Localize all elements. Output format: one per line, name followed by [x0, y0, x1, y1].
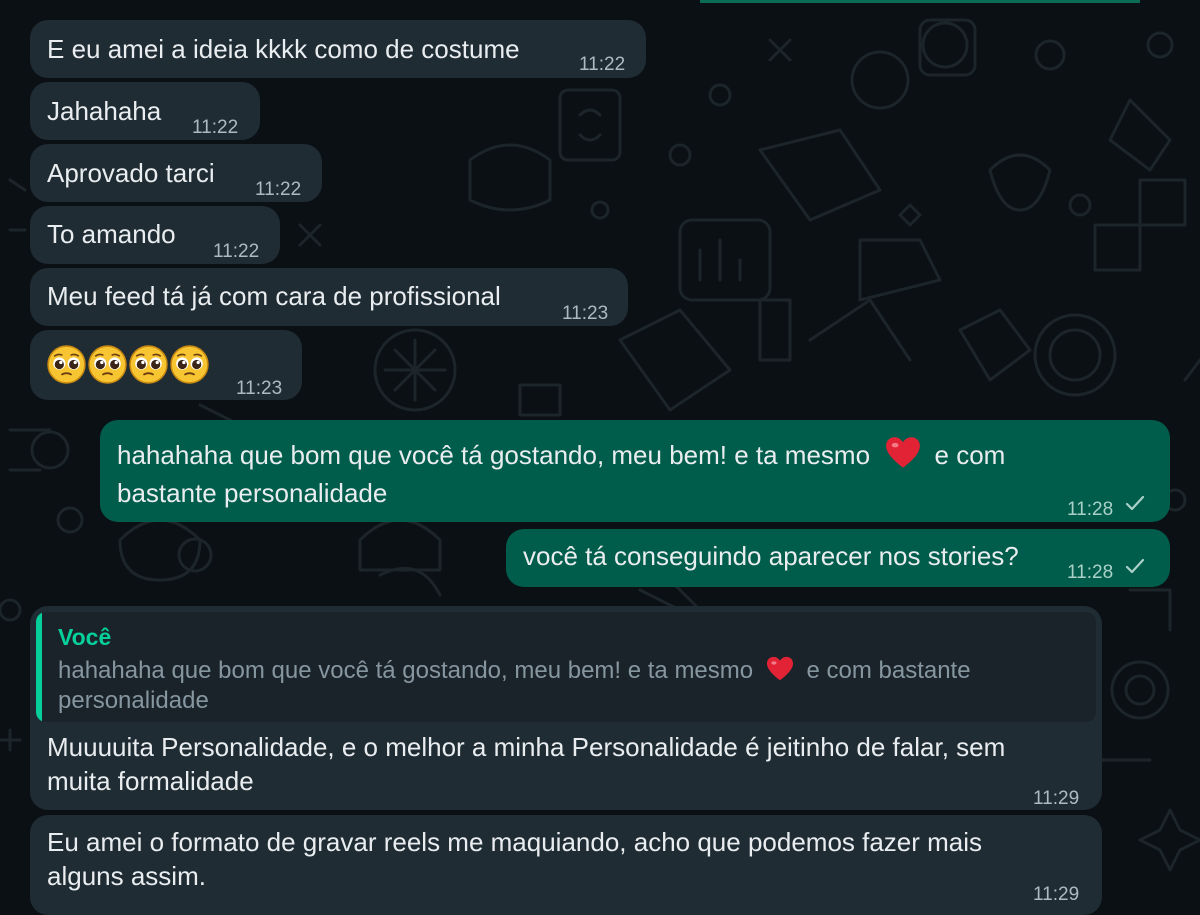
pleading-face-emoji — [88, 345, 127, 384]
message-bubble-incoming[interactable]: E eu amei a ideia kkkk como de costume 1… — [30, 20, 646, 78]
pleading-face-emoji — [47, 345, 86, 384]
message-bubble-incoming[interactable]: Meu feed tá já com cara de profissional … — [30, 268, 628, 326]
sent-check-icon — [1125, 558, 1145, 574]
message-time: 11:22 — [255, 179, 302, 200]
message-bubble-incoming[interactable]: Eu amei o formato de gravar reels me maq… — [30, 815, 1102, 915]
message-text-line2: alguns assim. — [47, 861, 206, 891]
message-bubble-incoming[interactable]: Aprovado tarci 11:22 — [30, 144, 322, 202]
message-time: 11:28 — [1067, 562, 1114, 583]
message-time: 11:29 — [1033, 788, 1080, 809]
message-text: E eu amei a ideia kkkk como de costume — [47, 34, 520, 64]
message-bubble-incoming[interactable]: To amando 11:22 — [30, 206, 280, 264]
message-text-line2: bastante personalidade — [117, 478, 388, 508]
message-text-line1: Muuuuita Personalidade, e o melhor a min… — [47, 732, 1006, 762]
message-text-line1: Eu amei o formato de gravar reels me maq… — [47, 827, 983, 857]
sent-check-icon — [1125, 495, 1145, 511]
top-accent-strip — [700, 0, 1140, 3]
message-time: 11:23 — [562, 303, 609, 324]
pleading-face-emoji — [129, 345, 168, 384]
message-bubble-incoming[interactable]: Jahahaha 11:22 — [30, 82, 260, 140]
pleading-face-emoji — [170, 345, 209, 384]
message-text: você tá conseguindo aparecer nos stories… — [523, 541, 1019, 571]
message-time: 11:22 — [213, 241, 260, 262]
reply-text-block: Muuuuita Personalidade, e o melhor a min… — [30, 606, 1102, 810]
message-bubble-incoming[interactable]: 11:23 — [30, 330, 302, 400]
message-time: 11:22 — [579, 54, 626, 75]
message-text: Aprovado tarci — [47, 158, 215, 188]
message-bubble-outgoing[interactable]: hahahaha que bom que você tá gostando, m… — [100, 420, 1170, 522]
message-text-before-heart: hahahaha que bom que você tá gostando, m… — [117, 440, 871, 470]
message-text: Jahahaha — [47, 96, 162, 126]
message-text: Meu feed tá já com cara de profissional — [47, 281, 501, 311]
message-time: 11:23 — [236, 378, 283, 399]
emoji-row — [46, 344, 210, 385]
message-text: To amando — [47, 219, 176, 249]
message-text-line1: hahahaha que bom que você tá gostando, m… — [117, 436, 1005, 472]
message-time: 11:22 — [192, 117, 239, 138]
message-bubble-outgoing[interactable]: você tá conseguindo aparecer nos stories… — [506, 529, 1170, 587]
message-time: 11:28 — [1067, 499, 1114, 520]
message-text-after-heart: e com — [934, 440, 1006, 470]
red-heart-icon — [886, 437, 921, 468]
message-text-line2: muita formalidade — [47, 766, 254, 796]
message-time: 11:29 — [1033, 884, 1080, 905]
